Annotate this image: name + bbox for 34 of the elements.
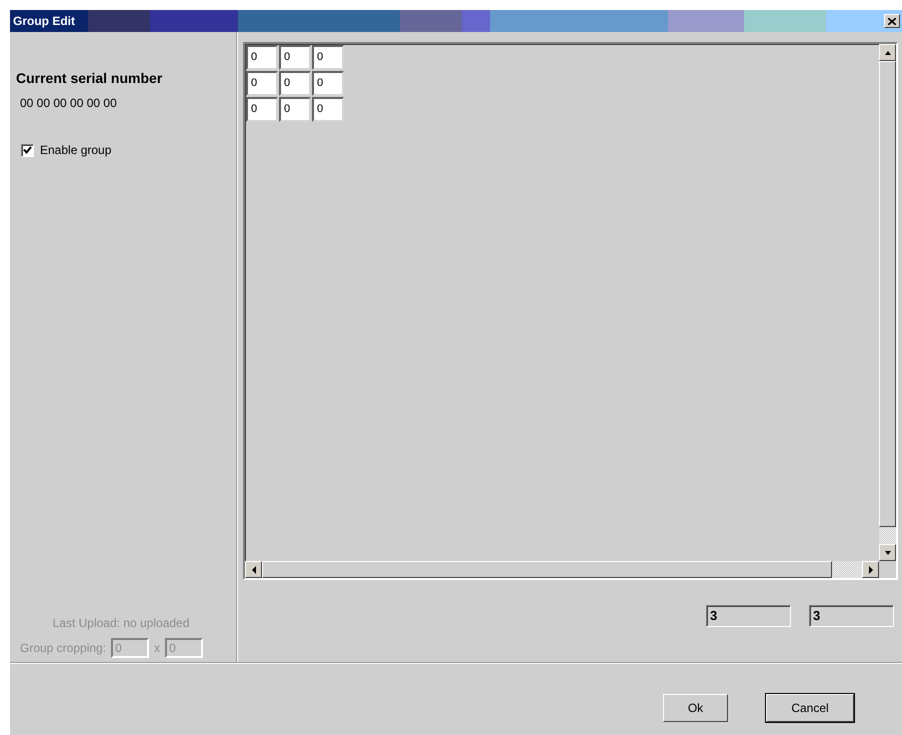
grid-cell-field[interactable]: 0 bbox=[279, 97, 311, 122]
checkbox-label: Enable group bbox=[40, 143, 112, 157]
scroll-down-button[interactable] bbox=[879, 544, 896, 561]
scroll-left-button[interactable] bbox=[245, 561, 262, 578]
cancel-button[interactable]: Cancel bbox=[766, 694, 854, 722]
last-upload-text: Last Upload: no uploaded bbox=[52, 616, 190, 630]
grid-cell-field[interactable]: 0 bbox=[312, 71, 344, 96]
left-arrow-icon bbox=[250, 566, 256, 574]
window-title: Group Edit bbox=[12, 14, 75, 28]
size-field[interactable]: 3 bbox=[809, 605, 894, 627]
grid-cell-field[interactable]: 0 bbox=[246, 97, 278, 122]
grid-cell-field[interactable]: 0 bbox=[312, 97, 344, 122]
cropping-label: Group cropping: bbox=[20, 641, 106, 655]
close-icon bbox=[888, 18, 896, 24]
serial-heading: Current serial number bbox=[16, 70, 164, 86]
serial-value: 00 00 00 00 00 00 bbox=[20, 96, 118, 110]
scrollbar-track[interactable] bbox=[879, 527, 896, 544]
size-field[interactable]: 3 bbox=[706, 605, 791, 627]
grid-cell-field[interactable]: 0 bbox=[246, 71, 278, 96]
ok-button[interactable]: Ok bbox=[663, 694, 728, 722]
scroll-right-button[interactable] bbox=[862, 561, 879, 578]
close-button[interactable] bbox=[884, 14, 900, 28]
right-arrow-icon bbox=[868, 566, 874, 574]
grid-cell-field[interactable]: 0 bbox=[246, 45, 278, 70]
scrollbar-thumb[interactable] bbox=[879, 61, 896, 527]
up-arrow-icon bbox=[884, 50, 892, 56]
enable-checkbox[interactable] bbox=[21, 144, 34, 156]
scrollbar-thumb[interactable] bbox=[262, 561, 832, 578]
grid-cell-field[interactable]: 0 bbox=[279, 71, 311, 96]
grid-cell-field[interactable]: 0 bbox=[279, 45, 311, 70]
times-sign: x bbox=[154, 641, 160, 655]
grid-cell-field[interactable]: 0 bbox=[312, 45, 344, 70]
scroll-up-button[interactable] bbox=[879, 44, 896, 61]
down-arrow-icon bbox=[884, 550, 892, 556]
